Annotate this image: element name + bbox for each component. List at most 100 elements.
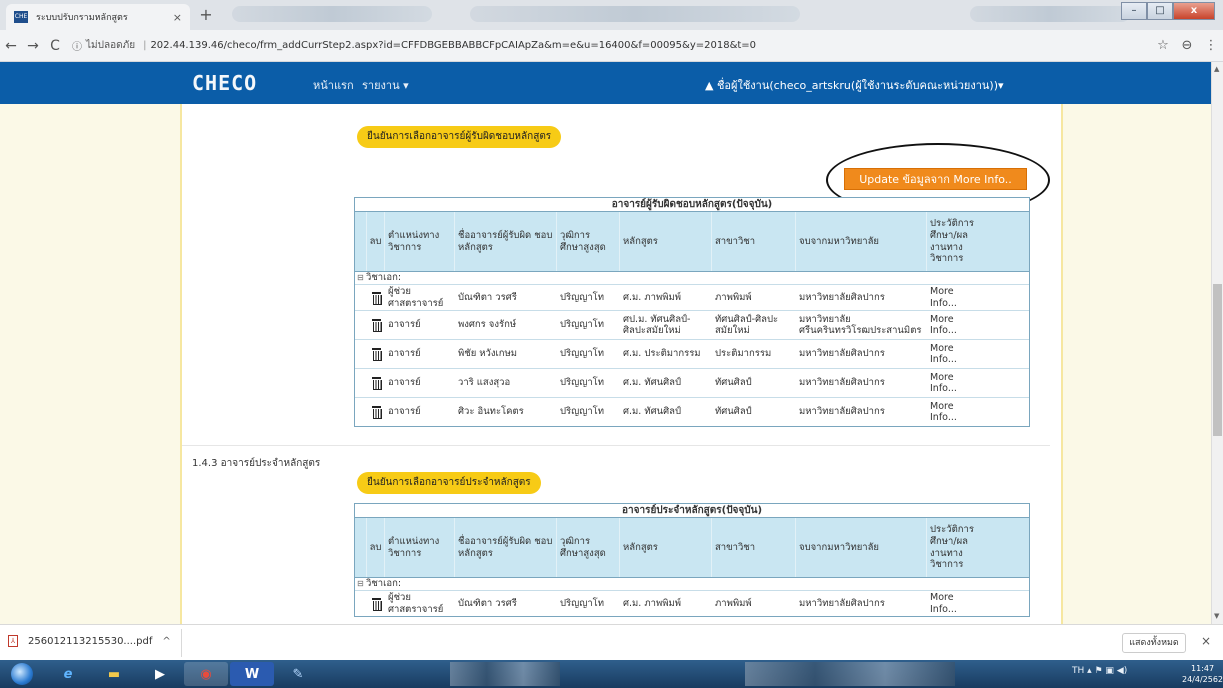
header-delete: ลบ xyxy=(367,518,385,577)
confirm-responsible-lecturers-button[interactable]: ยืนยันการเลือกอาจารย์ผู้รับผิดชอบหลักสูต… xyxy=(357,126,562,148)
security-label: ไม่ปลอดภัย xyxy=(86,40,136,51)
delete-row-button[interactable] xyxy=(367,311,385,339)
table-row: ผู้ช่วย ศาสตราจารย์ บัณฑิตา วรศรี ปริญญา… xyxy=(355,284,1029,310)
cell-position: ผู้ช่วย ศาสตราจารย์ xyxy=(388,286,444,309)
system-clock[interactable]: 11:47 24/4/2562 xyxy=(1182,663,1223,685)
clock-time: 11:47 xyxy=(1190,664,1215,673)
scroll-down-icon[interactable]: ▼ xyxy=(1214,612,1219,620)
cell-university: มหาวิทยาลัยศิลปากร xyxy=(799,348,885,360)
header-lecturer-name: ชื่ออาจารย์ผู้รับผิด ชอบหลักสูตร xyxy=(455,212,557,271)
new-tab-button[interactable]: + xyxy=(196,6,216,26)
nav-reports-menu[interactable]: รายงาน ▾ xyxy=(362,76,409,94)
cell-name: บัณฑิตา วรศรี xyxy=(458,291,517,303)
nav-home-link[interactable]: หน้าแรก xyxy=(313,76,354,94)
scrollbar-thumb[interactable] xyxy=(1213,284,1222,436)
more-info-link[interactable]: More Info... xyxy=(927,591,986,616)
tab-close-icon[interactable]: × xyxy=(173,11,182,24)
tab-title: ระบบปรับกรามหลักสูตร xyxy=(36,13,128,23)
download-options-icon[interactable]: ^ xyxy=(162,636,170,647)
header-spacer xyxy=(355,518,367,577)
section-divider xyxy=(182,445,1050,446)
user-menu[interactable]: ▲ ชื่อผู้ใช้งาน(checo_artskru(ผู้ใช้งานร… xyxy=(705,76,1004,94)
browser-tab[interactable]: CHE ระบบปรับกรามหลักสูตร × xyxy=(6,4,190,30)
table-row: ผู้ช่วย ศาสตราจารย์ บัณฑิตา วรศรี ปริญญา… xyxy=(355,590,1029,616)
downloads-bar: ⅄ 256012113215530....pdf ^ แสดงทั้งหมด × xyxy=(0,624,1223,660)
blurred-tab-strip xyxy=(232,6,432,22)
confirm-course-lecturers-button[interactable]: ยืนยันการเลือกอาจารย์ประจำหลักสูตร xyxy=(357,472,541,494)
browser-menu-icon[interactable]: ⋮ xyxy=(1199,38,1223,53)
window-close-icon[interactable]: x xyxy=(1173,2,1215,20)
file-explorer-icon[interactable]: ▬ xyxy=(92,662,136,686)
site-logo[interactable]: CHECO xyxy=(192,71,257,95)
info-icon[interactable]: ⓘ xyxy=(72,38,82,53)
back-icon[interactable]: ← xyxy=(0,38,22,54)
header-spacer xyxy=(355,212,367,271)
url-separator: | xyxy=(143,40,147,51)
update-from-more-info-button[interactable]: Update ข้อมูลจาก More Info.. xyxy=(844,168,1027,190)
cell-major: ทัศนศิลป์-ศิลปะ สมัยใหม่ xyxy=(715,313,779,336)
group-row: ⊟ วิชาเอก: xyxy=(355,272,1029,284)
more-info-link[interactable]: More Info... xyxy=(927,398,986,426)
internet-explorer-icon[interactable]: e xyxy=(46,662,90,686)
collapse-group-icon[interactable]: ⊟ xyxy=(357,578,366,590)
chrome-icon[interactable]: ◉ xyxy=(184,662,228,686)
delete-row-button[interactable] xyxy=(367,398,385,426)
window-controls: – □ x xyxy=(1121,2,1215,20)
header-university: จบจากมหาวิทยาลัย xyxy=(796,518,927,577)
cell-name: ศิวะ อินทะโคตร xyxy=(458,406,524,418)
delete-row-button[interactable] xyxy=(367,340,385,368)
trash-icon xyxy=(371,377,382,390)
maximize-icon[interactable]: □ xyxy=(1147,2,1173,20)
minimize-icon[interactable]: – xyxy=(1121,2,1147,20)
delete-row-button[interactable] xyxy=(367,369,385,397)
system-tray[interactable]: TH ▴ ⚑ ▣ ◀) xyxy=(1072,666,1127,676)
cell-curriculum: ศ.ม. ภาพพิมพ์ xyxy=(623,291,681,303)
bookmark-star-icon[interactable]: ☆ xyxy=(1151,38,1175,53)
show-all-downloads-button[interactable]: แสดงทั้งหมด xyxy=(1122,633,1186,653)
header-major: สาขาวิชา xyxy=(712,212,796,271)
trash-icon xyxy=(371,319,382,332)
download-divider xyxy=(181,629,182,657)
url-field[interactable]: ⓘ ไม่ปลอดภัย | 202.44.139.46/checo/frm_a… xyxy=(72,35,1151,57)
account-icon[interactable]: ⊖ xyxy=(1175,38,1199,53)
close-downloads-bar-icon[interactable]: × xyxy=(1201,634,1211,648)
trash-icon xyxy=(371,348,382,361)
word-icon[interactable]: W xyxy=(230,662,274,686)
paint-icon[interactable]: ✎ xyxy=(276,662,320,686)
group-row: ⊟ วิชาเอก: xyxy=(355,578,1029,590)
pdf-file-icon: ⅄ xyxy=(8,635,18,647)
download-item[interactable]: ⅄ 256012113215530....pdf ^ xyxy=(8,635,171,647)
forward-icon[interactable]: → xyxy=(22,38,44,54)
more-info-link[interactable]: More Info... xyxy=(927,340,986,368)
table-header: ลบ ตำแหน่งทาง วิชาการ ชื่ออาจารย์ผู้รับผ… xyxy=(355,518,1029,578)
cell-position: อาจารย์ xyxy=(388,377,421,389)
reload-icon[interactable]: C xyxy=(44,38,66,54)
table-title: อาจารย์ประจำหลักสูตร(ปัจจุบัน) xyxy=(355,504,1029,518)
header-academic-position: ตำแหน่งทาง วิชาการ xyxy=(385,212,455,271)
delete-row-button[interactable] xyxy=(367,591,385,616)
header-university: จบจากมหาวิทยาลัย xyxy=(796,212,927,271)
cell-major: ภาพพิมพ์ xyxy=(715,291,752,303)
address-bar: ← → C ⓘ ไม่ปลอดภัย | 202.44.139.46/checo… xyxy=(0,30,1223,62)
browser-tab-bar: CHE ระบบปรับกรามหลักสูตร × + – □ x xyxy=(0,0,1223,30)
page-scrollbar[interactable]: ▲ ▼ xyxy=(1211,62,1223,624)
group-label: วิชาเอก: xyxy=(366,578,402,589)
media-player-icon[interactable]: ▶ xyxy=(138,662,182,686)
cell-university: มหาวิทยาลัยศิลปากร xyxy=(799,406,885,418)
cell-degree: ปริญญาโท xyxy=(560,377,605,389)
more-info-link[interactable]: More Info... xyxy=(927,311,986,339)
header-highest-degree: วุฒิการ ศึกษาสูงสุด xyxy=(557,518,620,577)
more-info-link[interactable]: More Info... xyxy=(927,369,986,397)
more-info-link[interactable]: More Info... xyxy=(927,285,986,310)
section-heading-course-lecturers: 1.4.3 อาจารย์ประจำหลักสูตร xyxy=(192,458,321,469)
windows-taskbar: e ▬ ▶ ◉ W ✎ TH ▴ ⚑ ▣ ◀) 11:47 24/4/2562 xyxy=(0,660,1223,688)
scroll-up-icon[interactable]: ▲ xyxy=(1214,65,1219,73)
start-button[interactable] xyxy=(2,662,42,686)
cell-name: บัณฑิตา วรศรี xyxy=(458,597,517,609)
collapse-group-icon[interactable]: ⊟ xyxy=(357,272,366,284)
cell-position: อาจารย์ xyxy=(388,319,421,331)
blurred-window-title xyxy=(470,6,800,22)
header-highest-degree: วุฒิการ ศึกษาสูงสุด xyxy=(557,212,620,271)
delete-row-button[interactable] xyxy=(367,285,385,310)
cell-major: ประติมากรรม xyxy=(715,348,772,360)
